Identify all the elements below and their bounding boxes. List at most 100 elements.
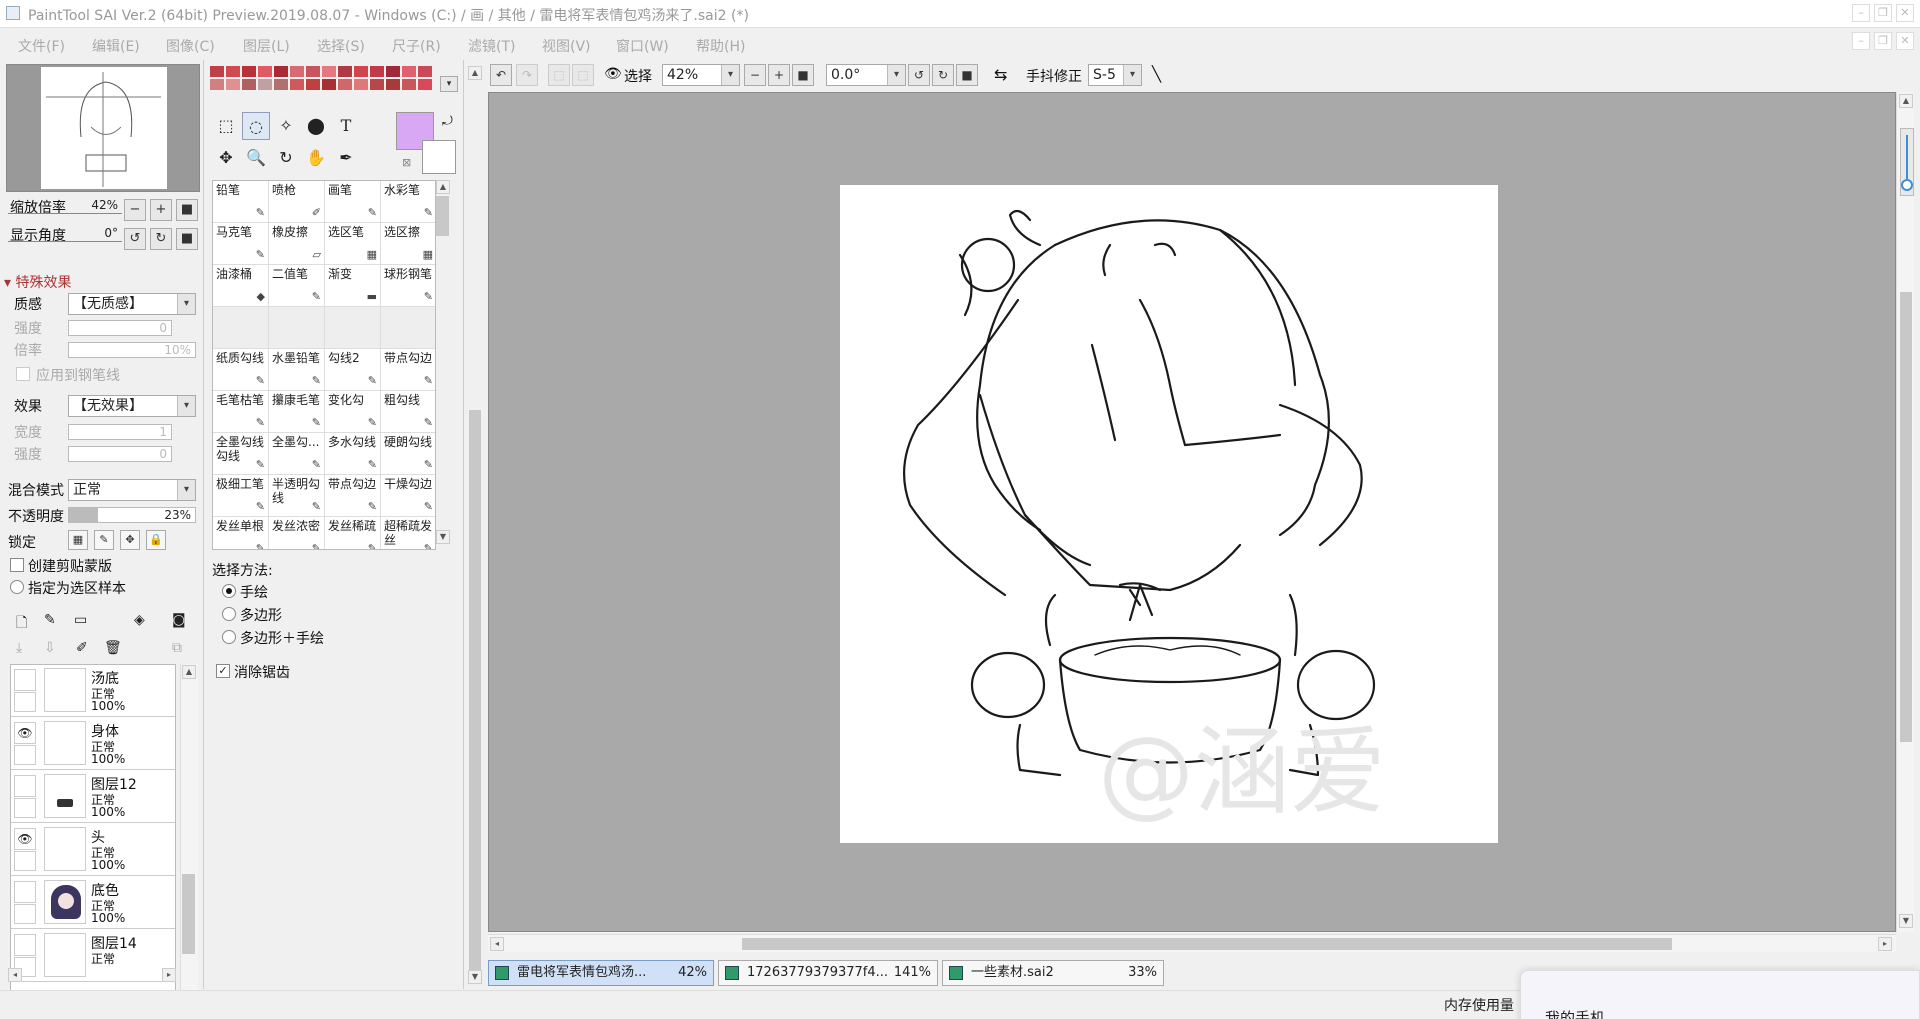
- menu-layer[interactable]: 图层(L): [243, 36, 290, 56]
- transparent-color-icon[interactable]: ⊠: [402, 156, 411, 169]
- layer-row[interactable]: 👁 身体 正常 100%: [11, 718, 175, 770]
- rect-select-icon[interactable]: ⬚: [212, 112, 240, 140]
- brush-slot[interactable]: 二值笔 ✎: [269, 265, 325, 307]
- zoom-in-button[interactable]: +: [150, 199, 172, 221]
- panel-splitter[interactable]: ▲ ▼: [466, 60, 484, 989]
- lock-all-icon[interactable]: 🔒: [146, 530, 166, 550]
- scroll-up-icon[interactable]: ▲: [1899, 94, 1913, 108]
- zoom-in-button[interactable]: +: [768, 64, 790, 86]
- visibility-toggle[interactable]: [14, 775, 36, 797]
- layer-select-box[interactable]: [14, 745, 36, 765]
- color-swatch[interactable]: [226, 79, 240, 90]
- layer-select-box[interactable]: [14, 904, 36, 924]
- effect-dropdown[interactable]: 【无效果】 ▾: [68, 395, 196, 417]
- layer-row[interactable]: 底色 正常 100%: [11, 877, 175, 929]
- selection-sample-radio[interactable]: [10, 580, 24, 594]
- rotate-right-button[interactable]: ↻: [932, 64, 954, 86]
- brush-size-slider[interactable]: [1900, 128, 1914, 196]
- rotate-left-button[interactable]: ↺: [908, 64, 930, 86]
- menu-select[interactable]: 选择(S): [317, 36, 365, 56]
- canvas-vertical-scrollbar[interactable]: ▲ ▼: [1896, 92, 1914, 932]
- color-swatch[interactable]: [290, 66, 304, 77]
- layer-list-scrollbar[interactable]: ▲ ▼: [180, 664, 198, 1019]
- canvas-horizontal-scrollbar[interactable]: ◂ ▸: [488, 934, 1896, 952]
- color-swatch[interactable]: [338, 79, 352, 90]
- clipping-mask-checkbox[interactable]: [10, 558, 24, 572]
- lock-transparency-icon[interactable]: ▦: [68, 530, 88, 550]
- blend-mode-dropdown[interactable]: 正常 ▾: [68, 479, 196, 501]
- zoom-slider[interactable]: 42%: [8, 198, 122, 214]
- brush-slot[interactable]: 毛笔枯笔 ✎: [213, 391, 269, 433]
- scroll-up-icon[interactable]: ▲: [468, 66, 482, 80]
- brush-slot[interactable]: 铅笔 ✎: [213, 181, 269, 223]
- color-swatch[interactable]: [386, 79, 400, 90]
- canvas-paper[interactable]: @涵爱: [840, 185, 1498, 843]
- zoom-dropdown[interactable]: 42% ▾: [662, 64, 740, 86]
- layer-row[interactable]: 图层14 正常: [11, 930, 175, 982]
- layer-select-box[interactable]: [14, 798, 36, 818]
- brush-slot[interactable]: 水墨铅笔 ✎: [269, 349, 325, 391]
- brush-slot[interactable]: 选区笔 ▦: [325, 223, 381, 265]
- method-polygon-freehand-radio[interactable]: [222, 630, 236, 644]
- brush-slot[interactable]: 攥康毛笔 ✎: [269, 391, 325, 433]
- transfer-down-icon[interactable]: ⇩: [44, 640, 56, 656]
- brush-scrollbar[interactable]: ▲ ▼: [436, 180, 452, 550]
- color-swatches[interactable]: [210, 66, 436, 96]
- clear-layer-icon[interactable]: ✐: [76, 640, 88, 656]
- brush-slot[interactable]: 全墨勾线勾线 ✎: [213, 433, 269, 475]
- color-swatch[interactable]: [210, 79, 224, 90]
- brush-slot-empty[interactable]: [381, 307, 435, 349]
- doc-tab[interactable]: 雷电将军表情包鸡汤... 42%: [488, 960, 714, 986]
- brush-slot[interactable]: 球形钢笔 ✎: [381, 265, 435, 307]
- straight-line-icon[interactable]: ╲: [1152, 65, 1161, 83]
- angle-slider[interactable]: 0°: [8, 226, 122, 242]
- color-swatch[interactable]: [370, 79, 384, 90]
- layer-effect-icon[interactable]: ◈: [134, 612, 145, 628]
- brush-slot[interactable]: 发丝浓密 ✎: [269, 517, 325, 549]
- color-swatch[interactable]: [354, 66, 368, 77]
- doc-minimize-button[interactable]: –: [1852, 32, 1870, 50]
- color-swatch[interactable]: [274, 79, 288, 90]
- shape-tool-icon[interactable]: ⬤: [302, 112, 330, 140]
- rotate-tool-icon[interactable]: ↻: [272, 144, 300, 172]
- magic-wand-icon[interactable]: ✧: [272, 112, 300, 140]
- invert-selection-icon[interactable]: ⬚: [572, 64, 594, 86]
- brush-slot[interactable]: 变化勾 ✎: [325, 391, 381, 433]
- brush-slot[interactable]: 马克笔 ✎: [213, 223, 269, 265]
- swatch-menu-icon[interactable]: ▾: [440, 76, 458, 92]
- scroll-up-icon[interactable]: ▲: [436, 180, 450, 194]
- scroll-down-icon[interactable]: ▼: [1899, 914, 1913, 928]
- move-tool-icon[interactable]: ✥: [212, 144, 240, 172]
- scroll-right-icon[interactable]: ▸: [162, 968, 176, 982]
- brush-slot[interactable]: 多水勾线 ✎: [325, 433, 381, 475]
- method-freehand-radio[interactable]: [222, 584, 236, 598]
- brush-slot[interactable]: 选区擦 ▦: [381, 223, 435, 265]
- color-swatch[interactable]: [274, 66, 288, 77]
- color-swatch[interactable]: [226, 66, 240, 77]
- brush-slot[interactable]: 画笔 ✎: [325, 181, 381, 223]
- brush-slot[interactable]: 干燥勾边 ✎: [381, 475, 435, 517]
- visibility-toggle[interactable]: [14, 881, 36, 903]
- menu-ruler[interactable]: 尺子(R): [392, 36, 441, 56]
- scroll-up-icon[interactable]: ▲: [182, 665, 196, 679]
- brush-slot-empty[interactable]: [325, 307, 381, 349]
- method-polygon-radio[interactable]: [222, 607, 236, 621]
- color-swatch[interactable]: [258, 66, 272, 77]
- angle-dropdown[interactable]: 0.0° ▾: [826, 64, 906, 86]
- color-swatch[interactable]: [418, 66, 432, 77]
- menu-image[interactable]: 图像(C): [166, 36, 215, 56]
- undo-icon[interactable]: ↶: [490, 64, 512, 86]
- new-layer-icon[interactable]: 🗋: [16, 612, 27, 636]
- notification-popup[interactable]: 我的手机: [1520, 970, 1920, 1019]
- opacity-slider[interactable]: 23%: [68, 507, 196, 523]
- eye-icon[interactable]: 👁: [14, 828, 36, 850]
- color-swatch[interactable]: [258, 79, 272, 90]
- scroll-down-icon[interactable]: ▼: [468, 970, 482, 984]
- scroll-right-icon[interactable]: ▸: [1878, 937, 1892, 951]
- duplicate-layer-icon[interactable]: ⧉: [172, 640, 182, 656]
- color-swatch[interactable]: [306, 66, 320, 77]
- scroll-down-icon[interactable]: ▼: [436, 530, 450, 544]
- color-swatch[interactable]: [418, 79, 432, 90]
- layer-row[interactable]: 汤底 正常 100%: [11, 665, 175, 717]
- navigator-preview[interactable]: [6, 64, 200, 192]
